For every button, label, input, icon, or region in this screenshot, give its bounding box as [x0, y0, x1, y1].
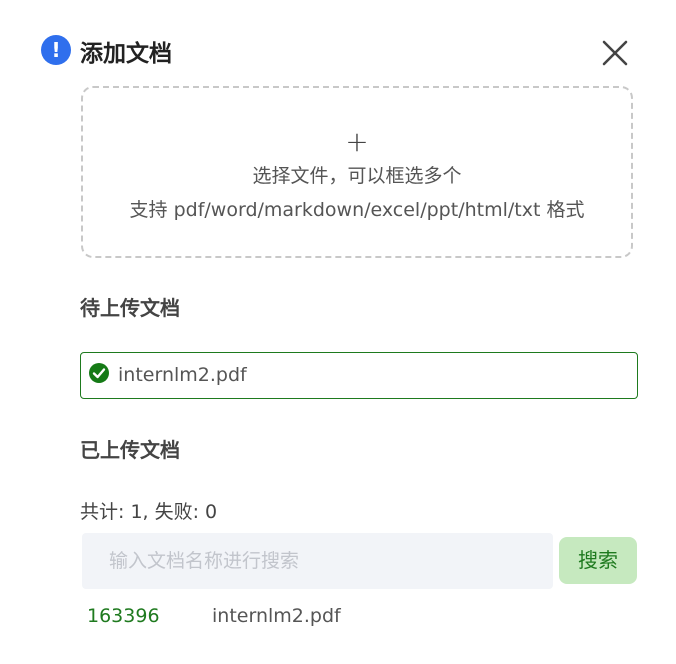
table-row: 163396 internlm2.pdf — [87, 602, 637, 632]
add-document-dialog: ! 添加文档 + 选择文件，可以框选多个 支持 pdf/word/markdow… — [0, 0, 676, 664]
pending-section-title: 待上传文档 — [80, 296, 180, 320]
close-icon[interactable] — [598, 36, 632, 70]
check-mark-svg — [92, 368, 106, 379]
pending-file-item: internlm2.pdf — [80, 352, 638, 399]
upload-summary: 共计: 1, 失败: 0 — [80, 501, 218, 523]
search-input[interactable] — [82, 533, 553, 589]
close-icon-svg — [602, 40, 628, 66]
doc-id-link[interactable]: 163396 — [87, 602, 160, 630]
pending-file-name: internlm2.pdf — [118, 364, 247, 386]
uploaded-section-title: 已上传文档 — [80, 438, 180, 462]
upload-hint: 选择文件，可以框选多个 — [252, 165, 462, 187]
search-button[interactable]: 搜索 — [559, 537, 637, 584]
plus-icon: + — [345, 125, 369, 158]
upload-dropzone[interactable]: + 选择文件，可以框选多个 支持 pdf/word/markdown/excel… — [81, 86, 633, 258]
doc-name: internlm2.pdf — [212, 605, 341, 627]
info-icon: ! — [41, 35, 71, 65]
dialog-title: 添加文档 — [80, 41, 172, 67]
check-circle-icon — [89, 363, 109, 383]
upload-formats: 支持 pdf/word/markdown/excel/ppt/html/txt … — [129, 199, 585, 221]
